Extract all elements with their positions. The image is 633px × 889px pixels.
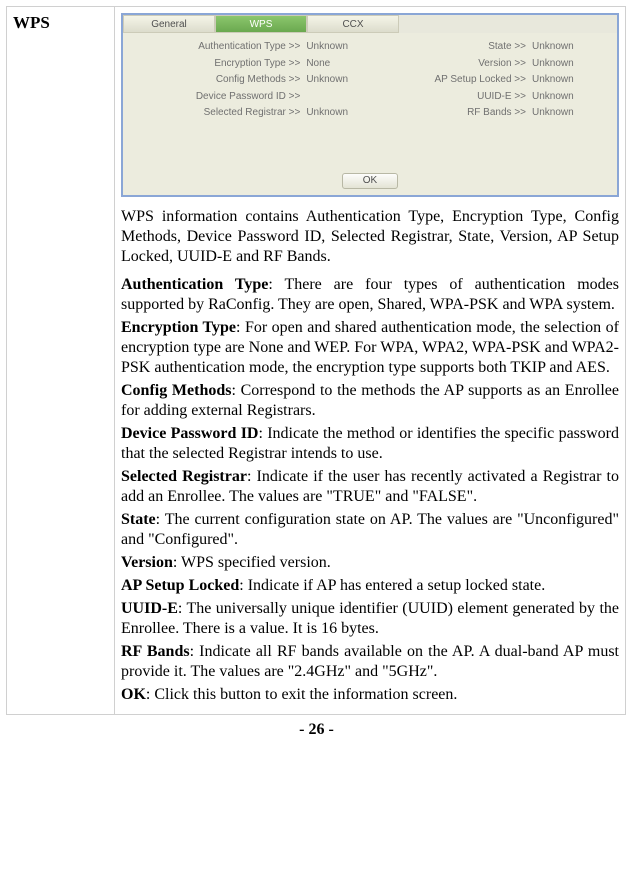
def-selected-registrar: Selected Registrar: Indicate if the user… xyxy=(121,467,619,507)
field-rf-bands: RF Bands >> Unknown xyxy=(379,107,587,120)
field-auth-type: Authentication Type >> Unknown xyxy=(153,41,361,54)
def-state: State: The current configuration state o… xyxy=(121,510,619,550)
field-state: State >> Unknown xyxy=(379,41,587,54)
def-auth-type: Authentication Type: There are four type… xyxy=(121,275,619,315)
tab-general[interactable]: General xyxy=(123,15,215,33)
row-header: WPS xyxy=(7,7,115,715)
field-ap-setup-locked: AP Setup Locked >> Unknown xyxy=(379,74,587,87)
right-column: State >> Unknown Version >> Unknown AP S… xyxy=(379,41,587,124)
def-ok: OK: Click this button to exit the inform… xyxy=(121,685,619,705)
content-cell: General WPS CCX Authentication Type >> U… xyxy=(115,7,626,715)
field-uuid-e: UUID-E >> Unknown xyxy=(379,91,587,104)
def-enc-type: Encryption Type: For open and shared aut… xyxy=(121,318,619,378)
field-selected-registrar: Selected Registrar >> Unknown xyxy=(153,107,361,120)
def-version: Version: WPS specified version. xyxy=(121,553,619,573)
wps-dialog-screenshot: General WPS CCX Authentication Type >> U… xyxy=(121,13,619,197)
ok-button[interactable]: OK xyxy=(342,173,398,190)
document-table: WPS General WPS CCX Authentication Type … xyxy=(6,6,626,715)
def-uuid-e: UUID-E: The universally unique identifie… xyxy=(121,599,619,639)
tabs-row: General WPS CCX xyxy=(123,15,617,33)
left-column: Authentication Type >> Unknown Encryptio… xyxy=(153,41,361,124)
field-version: Version >> Unknown xyxy=(379,58,587,71)
tab-wps[interactable]: WPS xyxy=(215,15,307,33)
intro-paragraph: WPS information contains Authentication … xyxy=(121,207,619,267)
field-enc-type: Encryption Type >> None xyxy=(153,58,361,71)
def-rf-bands: RF Bands: Indicate all RF bands availabl… xyxy=(121,642,619,682)
ok-button-wrap: OK xyxy=(123,173,617,190)
page-number: - 26 - xyxy=(0,721,633,739)
field-device-pwd-id: Device Password ID >> xyxy=(153,91,361,104)
field-config-methods: Config Methods >> Unknown xyxy=(153,74,361,87)
tab-ccx[interactable]: CCX xyxy=(307,15,399,33)
fields-area: Authentication Type >> Unknown Encryptio… xyxy=(123,33,617,132)
def-ap-setup-locked: AP Setup Locked: Indicate if AP has ente… xyxy=(121,576,619,596)
def-config-methods: Config Methods: Correspond to the method… xyxy=(121,381,619,421)
def-device-pwd-id: Device Password ID: Indicate the method … xyxy=(121,424,619,464)
